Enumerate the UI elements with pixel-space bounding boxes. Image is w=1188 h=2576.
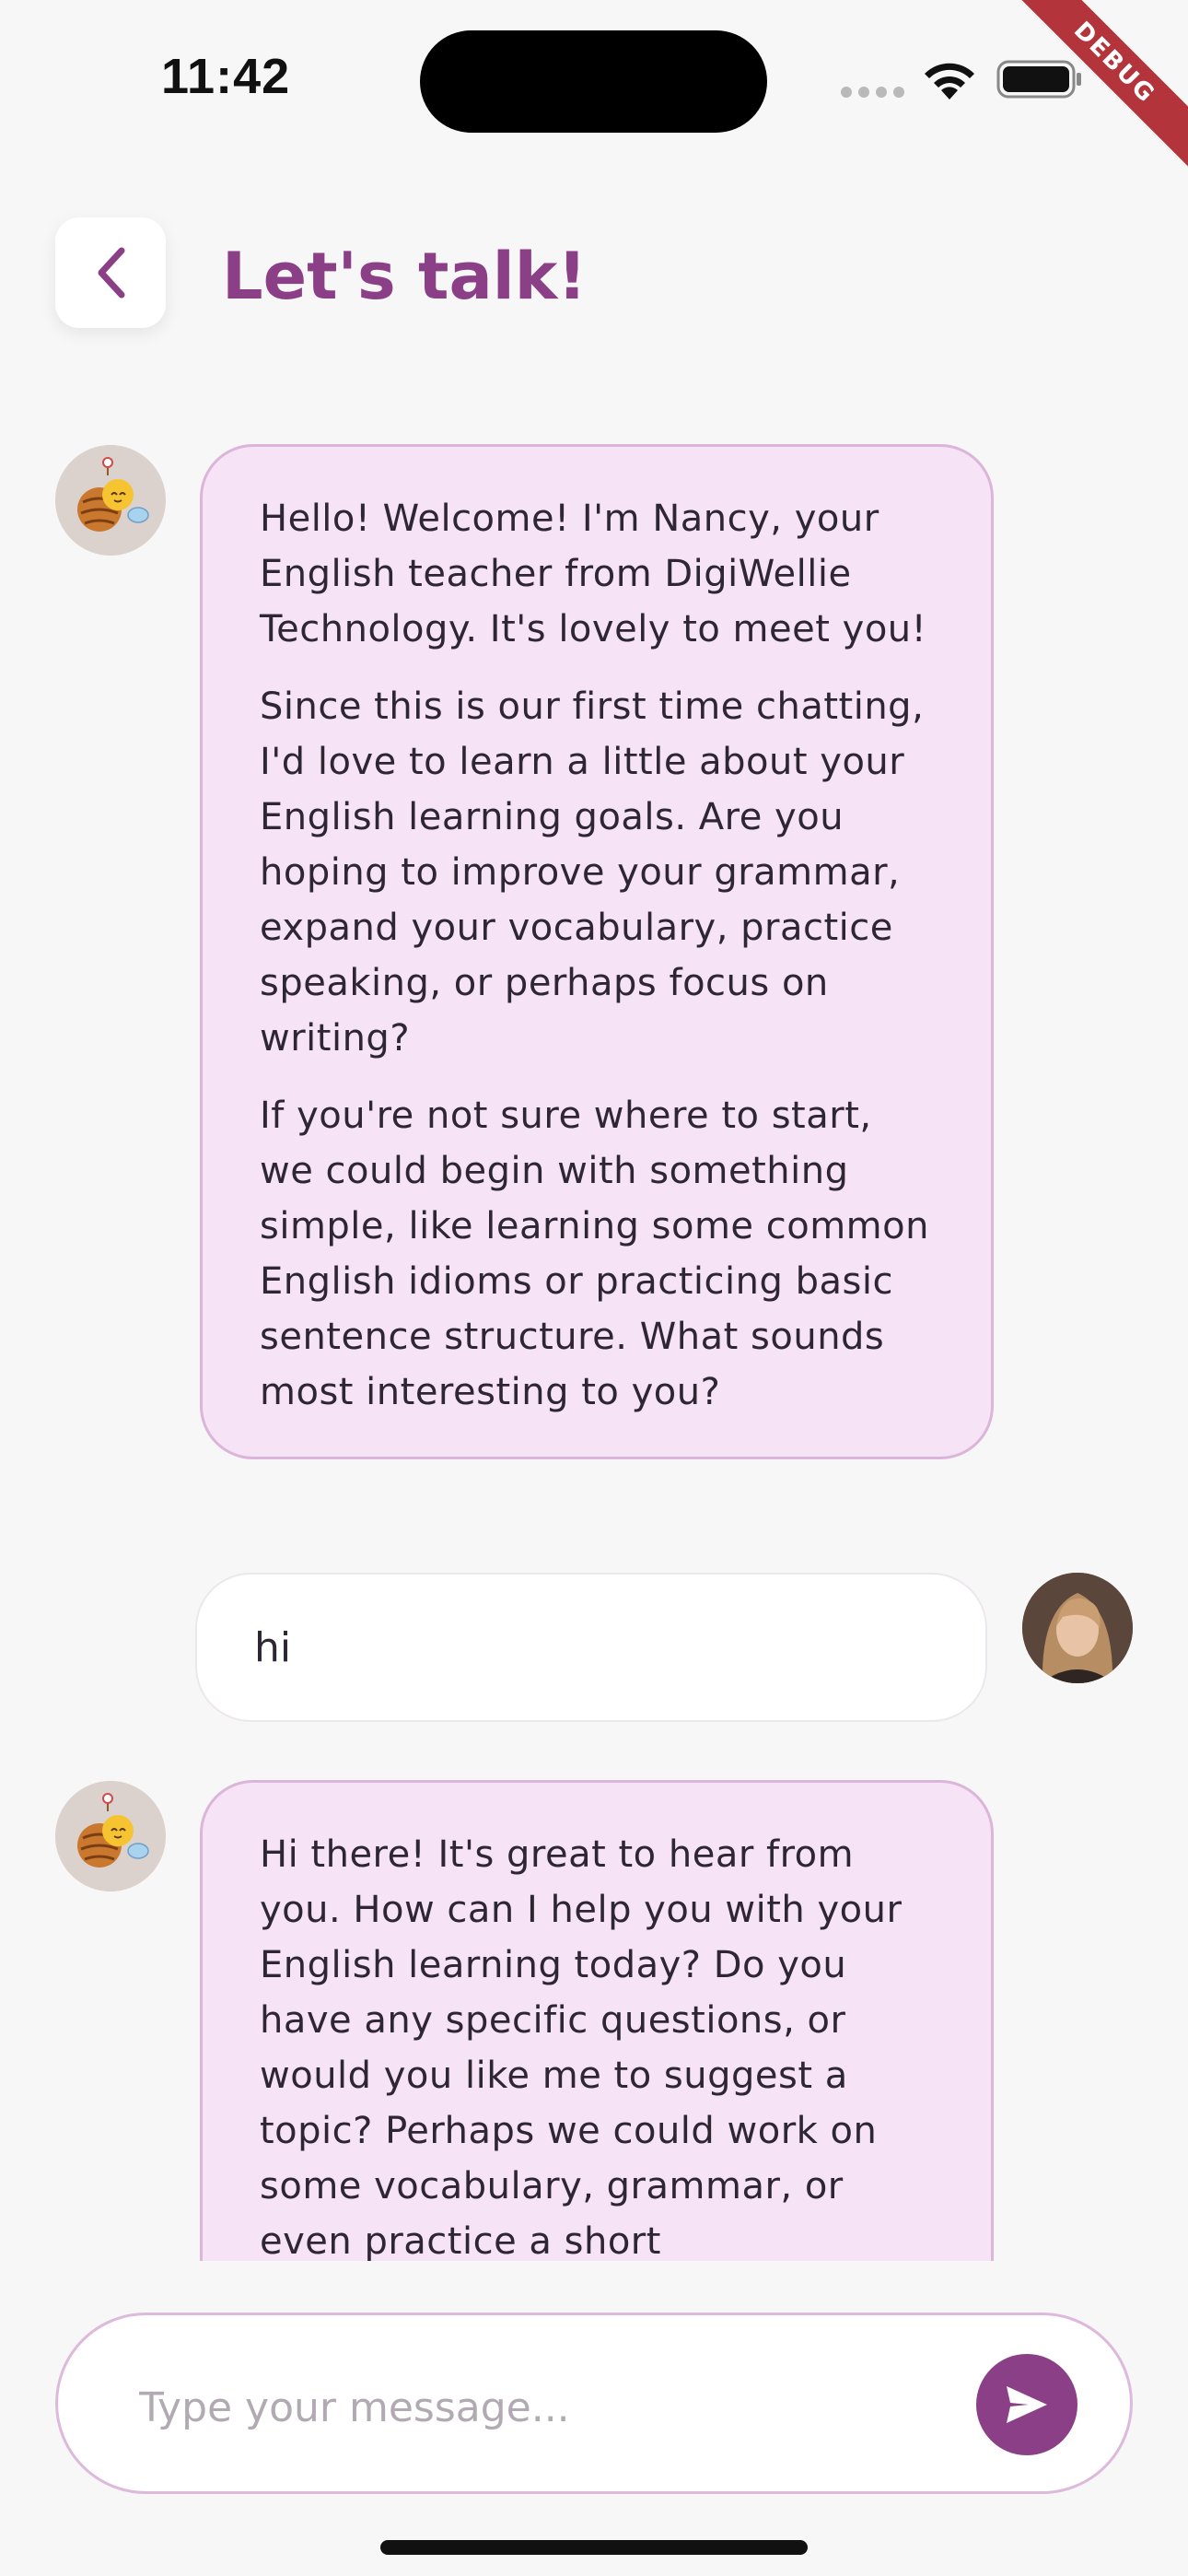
user-avatar [1022,1573,1133,1683]
message-composer [55,2313,1133,2494]
message-paragraph: Hello! Welcome! I'm Nancy, your English … [260,498,927,650]
back-button[interactable] [55,217,166,328]
user-photo-icon [1022,1573,1133,1683]
message-paragraph: If you're not sure where to start, we co… [260,1095,929,1413]
dynamic-island [420,30,767,133]
signal-icon [841,87,905,98]
page-title: Let's talk! [222,239,588,314]
message-paragraph: Hi there! It's great to hear from you. H… [260,1833,903,2261]
wifi-icon [925,63,974,100]
bot-avatar [55,445,166,556]
bee-mascot-icon [55,445,166,556]
send-icon [1007,2386,1047,2423]
bot-message-bubble: Hi there! It's great to hear from you. H… [200,1780,994,2261]
chevron-left-icon [98,247,125,299]
message-input[interactable] [139,2371,949,2444]
message-text: hi [254,1623,292,1671]
bot-message-bubble: Hello! Welcome! I'm Nancy, your English … [200,444,994,1459]
chat-scroll-clip: Hi there! It's great to hear from you. H… [0,1778,1188,2261]
message-paragraph: Since this is our first time chatting, I… [260,685,925,1060]
home-indicator [380,2540,808,2555]
status-time: 11:42 [161,49,291,104]
user-message-bubble: hi [195,1573,987,1722]
battery-icon [996,60,1081,99]
send-button[interactable] [976,2354,1077,2455]
